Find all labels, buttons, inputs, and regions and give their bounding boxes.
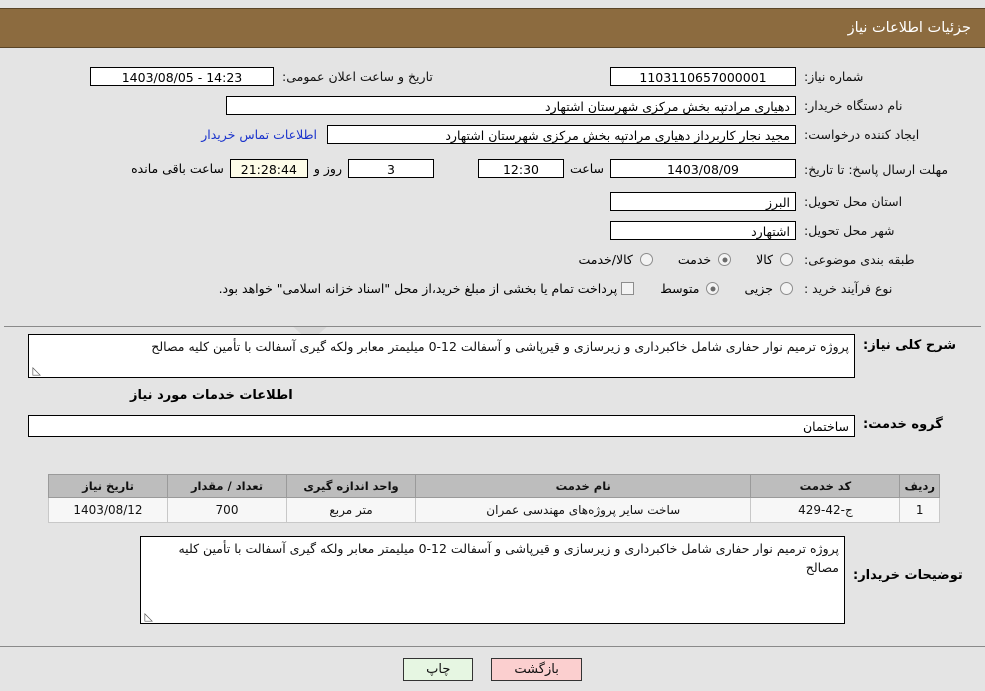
need-number-value: 1103110657000001 — [610, 67, 796, 86]
days-remaining-value: 3 — [347, 158, 434, 178]
row-purchase-type: نوع فرآیند خرید : جزیی متوسط پرداخت تمام… — [4, 274, 981, 303]
row-need-number: شماره نیاز: 1103110657000001 تاریخ و ساع… — [4, 62, 981, 91]
announce-datetime-value: 14:23 - 1403/08/05 — [90, 67, 274, 86]
cell-radif: 1 — [899, 497, 940, 523]
province-value: البرز — [610, 192, 796, 211]
footer-divider — [0, 646, 985, 647]
purchase-option-motevaset[interactable]: متوسط — [660, 281, 722, 296]
print-button[interactable]: چاپ — [403, 658, 474, 681]
buyer-notes-section: توضیحات خریدار: پروژه ترمیم نوار حفاری ش… — [4, 536, 981, 624]
row-city: شهر محل تحویل: اشتهارد — [4, 216, 981, 245]
col-unit: واحد اندازه گیری — [286, 474, 416, 498]
service-group-value: ساختمان — [28, 415, 855, 437]
creator-value: مجید نجار کاربرداز دهیاری مرادتپه بخش مر… — [327, 125, 796, 144]
time-remaining-value: 21:28:44 — [229, 158, 308, 178]
purchase-option-jozee[interactable]: جزیی — [744, 281, 796, 296]
buyer-contact-link[interactable]: اطلاعات تماس خریدار — [201, 127, 317, 142]
creator-label: ایجاد کننده درخواست: — [804, 127, 920, 142]
row-deadline: مهلت ارسال پاسخ: تا تاریخ: 1403/08/09 سا… — [4, 149, 981, 187]
service-group-label: گروه خدمت: — [863, 417, 943, 432]
resize-grip-icon[interactable]: ◺ — [31, 365, 41, 376]
category-option-kala-khedmat[interactable]: کالا/خدمت — [578, 252, 655, 267]
buyer-notes-text: پروژه ترمیم نوار حفاری شامل خاکبرداری و … — [178, 541, 839, 575]
cell-need-date: 1403/08/12 — [48, 497, 168, 523]
cell-service-code: ج-42-429 — [750, 497, 901, 523]
buyer-notes-value[interactable]: پروژه ترمیم نوار حفاری شامل خاکبرداری و … — [140, 536, 845, 624]
page-title: جزئیات اطلاعات نیاز — [847, 20, 971, 36]
services-table: ردیف کد خدمت نام خدمت واحد اندازه گیری ت… — [48, 474, 940, 523]
city-value: اشتهارد — [610, 221, 796, 240]
col-need-date: تاریخ نیاز — [48, 474, 168, 498]
back-button[interactable]: بازگشت — [491, 658, 582, 681]
need-info-panel: شماره نیاز: 1103110657000001 تاریخ و ساع… — [4, 62, 981, 327]
buyer-org-value: دهیاری مرادتپه بخش مرکزی شهرستان اشتهارد — [226, 96, 796, 115]
services-section-title: اطلاعات خدمات مورد نیاز — [130, 388, 293, 403]
services-table-wrapper: ردیف کد خدمت نام خدمت واحد اندازه گیری ت… — [48, 474, 940, 523]
category-option-khedmat[interactable]: خدمت — [678, 252, 734, 267]
buyer-notes-resize-grip-icon[interactable]: ◺ — [143, 611, 153, 622]
category-option-kala[interactable]: کالا — [756, 252, 796, 267]
row-province: استان محل تحویل: البرز — [4, 187, 981, 216]
province-label: استان محل تحویل: — [804, 194, 903, 209]
need-description-text: پروژه ترمیم نوار حفاری شامل خاکبرداری و … — [151, 339, 849, 354]
treasury-note-label: پرداخت تمام یا بخشی از مبلغ خرید،از محل … — [218, 281, 618, 296]
city-label: شهر محل تحویل: — [804, 223, 895, 238]
page-root: جزئیات اطلاعات نیاز AriaTender.net شماره… — [0, 0, 985, 691]
row-category: طبقه بندی موضوعی: کالا خدمت کالا/خدمت — [4, 245, 981, 274]
col-radif: ردیف — [899, 474, 940, 498]
buyer-org-label: نام دستگاه خریدار: — [804, 98, 903, 113]
purchase-type-label: نوع فرآیند خرید : — [804, 281, 893, 296]
row-creator: ایجاد کننده درخواست: مجید نجار کاربرداز … — [4, 120, 981, 149]
need-number-label: شماره نیاز: — [804, 69, 864, 84]
row-need-description: شرح کلی نیاز: پروژه ترمیم نوار حفاری شام… — [4, 334, 981, 378]
radio-jozee-icon[interactable] — [780, 282, 793, 295]
category-label: طبقه بندی موضوعی: — [804, 252, 915, 267]
col-quantity: تعداد / مقدار — [167, 474, 287, 498]
table-header-row: ردیف کد خدمت نام خدمت واحد اندازه گیری ت… — [48, 474, 940, 498]
deadline-time-value: 12:30 — [477, 158, 564, 178]
purchase-option-jozee-label: جزیی — [744, 281, 773, 296]
radio-khedmat-icon[interactable] — [718, 253, 732, 266]
radio-motevaset-icon[interactable] — [706, 282, 720, 295]
deadline-label: مهلت ارسال پاسخ: تا تاریخ: — [804, 161, 949, 177]
treasury-checkbox[interactable] — [621, 282, 635, 295]
footer-actions: بازگشت چاپ — [0, 658, 985, 681]
remaining-suffix-label: ساعت باقی مانده — [131, 160, 224, 176]
row-buyer-org: نام دستگاه خریدار: دهیاری مرادتپه بخش مر… — [4, 91, 981, 120]
page-header: جزئیات اطلاعات نیاز — [0, 8, 985, 48]
category-option-kala-khedmat-label: کالا/خدمت — [578, 252, 633, 267]
need-description-section: شرح کلی نیاز: پروژه ترمیم نوار حفاری شام… — [4, 334, 981, 437]
deadline-hour-label: ساعت — [569, 160, 604, 176]
category-option-khedmat-label: خدمت — [677, 252, 712, 267]
table-row: 1 ج-42-429 ساخت سایر پروژه‌های مهندسی عم… — [48, 497, 940, 523]
radio-kala-icon[interactable] — [780, 253, 793, 266]
cell-unit: متر مربع — [286, 497, 416, 523]
category-option-kala-label: کالا — [756, 252, 773, 267]
buyer-notes-label: توضیحات خریدار: — [853, 568, 963, 583]
cell-quantity: 700 — [167, 497, 287, 523]
purchase-option-motevaset-label: متوسط — [660, 281, 700, 296]
col-service-name: نام خدمت — [414, 474, 752, 498]
need-description-label: شرح کلی نیاز: — [863, 338, 957, 353]
announce-datetime-label: تاریخ و ساعت اعلان عمومی: — [282, 69, 433, 84]
days-and-label: روز و — [313, 160, 342, 176]
radio-kala-khedmat-icon[interactable] — [639, 253, 653, 266]
cell-service-name: ساخت سایر پروژه‌های مهندسی عمران — [414, 497, 752, 523]
col-service-code: کد خدمت — [750, 474, 901, 498]
deadline-date-value: 1403/08/09 — [610, 158, 796, 178]
need-description-value[interactable]: پروژه ترمیم نوار حفاری شامل خاکبرداری و … — [28, 334, 855, 378]
row-service-group: گروه خدمت: ساختمان — [4, 415, 981, 437]
row-buyer-notes: توضیحات خریدار: پروژه ترمیم نوار حفاری ش… — [4, 536, 981, 624]
